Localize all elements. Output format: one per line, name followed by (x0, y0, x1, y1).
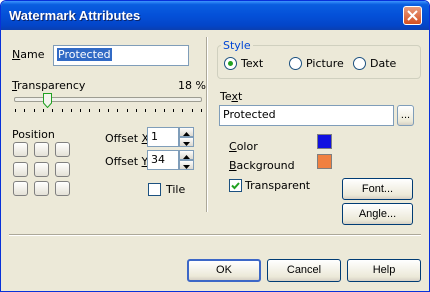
transparency-label: Transparency (12, 79, 86, 92)
slider-tick (24, 109, 25, 112)
color-swatch[interactable] (317, 134, 332, 149)
text-browse-button[interactable]: ... (397, 105, 414, 126)
slider-tick (192, 109, 193, 112)
background-label: Background (229, 159, 295, 172)
style-label: Style (221, 39, 253, 52)
offset-x-label: Offset X (105, 132, 150, 145)
text-browse-label: ... (400, 109, 411, 121)
ok-button[interactable]: OK (187, 259, 261, 282)
slider-tick (201, 109, 202, 112)
style-date-radio[interactable] (353, 57, 366, 70)
name-input[interactable]: Protected (53, 45, 189, 66)
name-input-value: Protected (57, 48, 112, 61)
style-picture-label[interactable]: Picture (306, 57, 344, 70)
slider-tick (71, 109, 72, 112)
slider-tick (80, 109, 81, 112)
dialog-window: Watermark Attributes Name Protected Tran… (0, 0, 430, 292)
color-label: Color (229, 140, 258, 153)
offset-y-label: Offset Y (105, 155, 149, 168)
slider-thumb[interactable] (43, 93, 52, 109)
slider-tick (145, 109, 146, 112)
position-top-left[interactable] (13, 142, 28, 157)
text-input[interactable]: Protected (219, 105, 394, 126)
slider-tick (182, 109, 183, 112)
slider-tick (164, 109, 165, 112)
position-center[interactable] (34, 162, 49, 177)
slider-tick (127, 109, 128, 112)
style-date-label[interactable]: Date (370, 57, 396, 70)
arrow-down-icon (183, 142, 190, 146)
position-label: Position (12, 128, 55, 141)
cancel-button-label: Cancel (286, 264, 322, 276)
transparent-label[interactable]: Transparent (245, 179, 310, 192)
style-picture-radio[interactable] (289, 57, 302, 70)
help-button-label: Help (372, 264, 396, 276)
slider-tick (117, 109, 118, 112)
name-label: Name (12, 48, 45, 61)
title-bar[interactable]: Watermark Attributes (1, 1, 429, 30)
slider-tick (108, 109, 109, 112)
style-text-radio[interactable] (224, 57, 237, 70)
offset-y-spinner[interactable] (179, 150, 194, 170)
cancel-button[interactable]: Cancel (267, 259, 341, 282)
slider-tick (62, 109, 63, 112)
slider-tick (34, 109, 35, 112)
position-top-center[interactable] (34, 142, 49, 157)
transparent-checkbox[interactable] (229, 179, 242, 192)
position-middle-left[interactable] (13, 162, 28, 177)
close-icon (407, 10, 418, 21)
window-title: Watermark Attributes (9, 8, 141, 23)
offset-y-input[interactable]: 34 (147, 150, 179, 170)
checkmark-icon (231, 182, 240, 190)
horizontal-divider-highlight (9, 235, 421, 236)
slider-tick (155, 109, 156, 112)
font-button[interactable]: Font... (342, 178, 413, 200)
slider-tick (173, 109, 174, 112)
style-text-label[interactable]: Text (241, 57, 263, 70)
arrow-down-icon (183, 165, 190, 169)
slider-tick (52, 109, 53, 112)
angle-button-label: Angle... (358, 208, 397, 220)
offset-x-down-button[interactable] (179, 137, 194, 147)
angle-button[interactable]: Angle... (342, 203, 413, 225)
offset-x-spinner[interactable] (179, 127, 194, 147)
offset-y-down-button[interactable] (179, 160, 194, 170)
offset-x-input[interactable]: 1 (147, 127, 179, 147)
position-bottom-right[interactable] (55, 181, 70, 196)
tile-label[interactable]: Tile (166, 183, 185, 196)
position-top-right[interactable] (55, 142, 70, 157)
slider-tick (136, 109, 137, 112)
transparency-slider[interactable] (12, 93, 204, 113)
slider-tick (99, 109, 100, 112)
tile-checkbox[interactable] (148, 183, 161, 196)
slider-tick (43, 109, 44, 112)
position-bottom-center[interactable] (34, 181, 49, 196)
help-button[interactable]: Help (347, 259, 421, 282)
radio-selected-dot (228, 61, 233, 66)
slider-tick (15, 109, 16, 112)
transparency-value: 18 % (178, 79, 206, 92)
background-swatch[interactable] (317, 154, 332, 169)
font-button-label: Font... (361, 183, 394, 195)
text-label: Text (220, 90, 243, 103)
vertical-divider-highlight (207, 37, 208, 212)
position-bottom-left[interactable] (13, 181, 28, 196)
slider-tick (89, 109, 90, 112)
ok-button-label: OK (216, 264, 232, 276)
position-middle-right[interactable] (55, 162, 70, 177)
offset-y-up-button[interactable] (179, 150, 194, 160)
close-button[interactable] (403, 6, 422, 25)
offset-x-up-button[interactable] (179, 127, 194, 137)
